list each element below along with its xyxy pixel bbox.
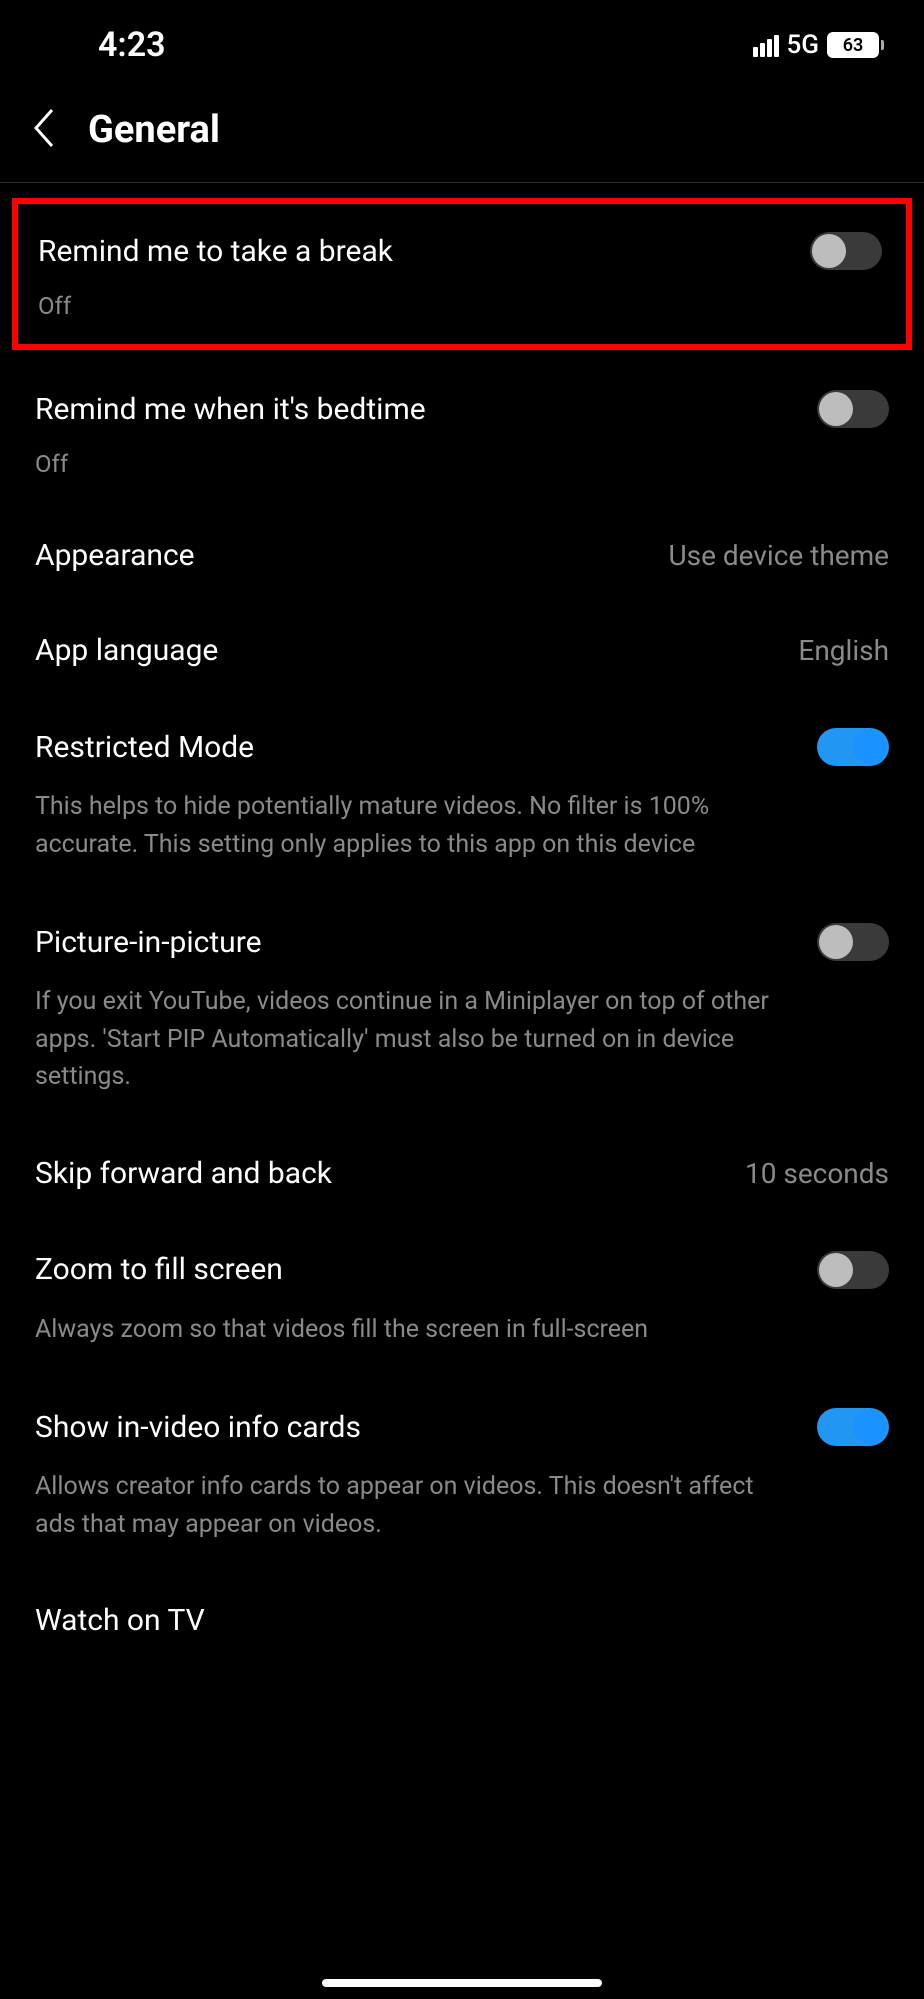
setting-label: Show in-video info cards [35,1410,361,1445]
setting-label: Zoom to fill screen [35,1252,283,1287]
status-right: 5G 63 [753,30,885,60]
setting-app-language[interactable]: App language English [0,603,924,698]
home-indicator[interactable] [322,1979,602,1987]
setting-value: English [798,634,889,667]
toggle-picture-in-picture[interactable] [817,923,889,961]
setting-label: Remind me when it's bedtime [35,392,426,427]
setting-skip-forward-back[interactable]: Skip forward and back 10 seconds [0,1126,924,1221]
toggle-bedtime[interactable] [817,390,889,428]
settings-list: Remind me to take a break Off Remind me … [0,198,924,1668]
setting-remind-take-break[interactable]: Remind me to take a break Off [12,198,912,350]
setting-remind-bedtime[interactable]: Remind me when it's bedtime Off [0,360,924,508]
status-bar: 4:23 5G 63 [0,0,924,80]
setting-status: Off [38,292,882,320]
battery-level: 63 [843,35,864,56]
setting-label: Remind me to take a break [38,234,393,269]
setting-label: Skip forward and back [35,1156,332,1191]
setting-label: App language [35,633,218,668]
toggle-take-break[interactable] [810,232,882,270]
toggle-info-cards[interactable] [817,1408,889,1446]
header: General [0,80,924,183]
setting-restricted-mode[interactable]: Restricted Mode This helps to hide poten… [0,698,924,893]
status-time: 4:23 [98,25,166,65]
setting-info-cards[interactable]: Show in-video info cards Allows creator … [0,1378,924,1573]
toggle-zoom-fill[interactable] [817,1251,889,1289]
back-icon[interactable] [30,108,58,152]
setting-label: Appearance [35,538,195,573]
battery-icon: 63 [827,32,884,58]
setting-label: Watch on TV [35,1603,205,1638]
signal-bars-icon [753,33,779,57]
network-type: 5G [787,30,820,60]
setting-description: Always zoom so that videos fill the scre… [35,1311,889,1349]
setting-label: Restricted Mode [35,730,254,765]
setting-watch-on-tv[interactable]: Watch on TV [0,1573,924,1668]
setting-status: Off [35,450,889,478]
setting-description: This helps to hide potentially mature vi… [35,788,889,863]
setting-value: 10 seconds [745,1157,889,1190]
setting-zoom-fill[interactable]: Zoom to fill screen Always zoom so that … [0,1221,924,1379]
setting-label: Picture-in-picture [35,925,262,960]
setting-description: Allows creator info cards to appear on v… [35,1468,889,1543]
setting-description: If you exit YouTube, videos continue in … [35,983,889,1096]
toggle-restricted-mode[interactable] [817,728,889,766]
setting-picture-in-picture[interactable]: Picture-in-picture If you exit YouTube, … [0,893,924,1126]
page-title: General [88,108,220,152]
setting-appearance[interactable]: Appearance Use device theme [0,508,924,603]
setting-value: Use device theme [668,539,889,572]
